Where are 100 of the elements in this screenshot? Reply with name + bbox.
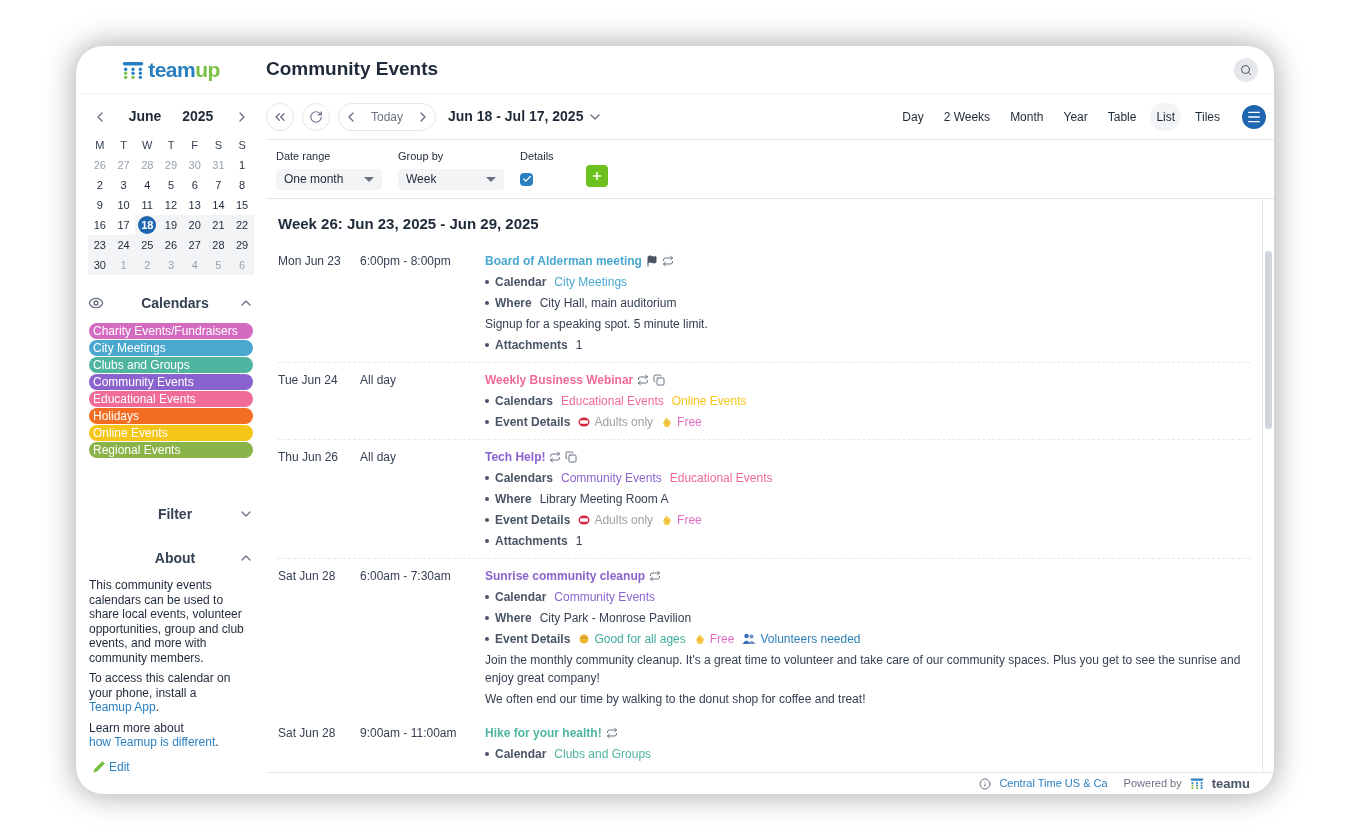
view-tab[interactable]: List	[1150, 102, 1182, 131]
smiley-icon	[578, 632, 591, 645]
detail-label: Where	[485, 608, 532, 627]
details-checkbox[interactable]	[520, 172, 533, 186]
event-time: 9:00am - 11:00am	[360, 724, 458, 742]
about-text: This community events calendars can be used to share local events, volunteer opportunities, group and club events, and more with community members.	[89, 578, 244, 665]
bullet-icon	[485, 399, 489, 404]
detail-value: Library Meeting Room A	[539, 490, 669, 508]
detail-label: Where	[485, 489, 532, 508]
event-time: All day	[360, 371, 398, 389]
page-title: Community Events	[266, 57, 440, 82]
menu-button[interactable]	[1242, 104, 1266, 129]
edit-button[interactable]: Edit	[93, 759, 244, 774]
logo-icon	[122, 60, 145, 79]
bullet-icon	[485, 497, 489, 502]
scrollbar[interactable]	[1262, 199, 1274, 772]
day-number[interactable]: 9	[90, 196, 109, 214]
section-heading[interactable]: About	[112, 547, 238, 569]
refresh-icon	[309, 109, 323, 124]
brand-text: teamu	[1211, 774, 1250, 793]
eye-icon[interactable]	[88, 295, 104, 311]
view-tab[interactable]: Month	[1004, 102, 1050, 131]
app-link[interactable]: Teamup App	[89, 700, 156, 714]
day-number[interactable]: 6	[185, 176, 204, 194]
detail-value: City Park - Monrose Pavilion	[539, 609, 692, 627]
day-number[interactable]: 8	[233, 176, 252, 194]
event-tag: Good for all ages	[594, 629, 686, 648]
event-tag: Free	[709, 629, 735, 648]
event-tag: Free	[677, 412, 702, 431]
view-tab[interactable]: 2 Weeks	[937, 102, 997, 131]
detail-label: Calendar	[485, 587, 547, 606]
day-number[interactable]: 4	[138, 176, 157, 194]
view-tab[interactable]: Tiles	[1189, 102, 1226, 131]
event-date: Tue Jun 24	[278, 371, 339, 389]
plus-icon	[590, 170, 603, 182]
event-tag: Adults only	[594, 510, 654, 529]
field-label: Date range	[276, 149, 332, 164]
bullet-icon	[485, 595, 489, 600]
view-tab[interactable]: Table	[1101, 102, 1143, 131]
view-tab[interactable]: Year	[1057, 102, 1094, 131]
day-number[interactable]: 12	[162, 196, 180, 214]
day-number[interactable]: 15	[233, 196, 252, 214]
event-description: Join the monthly community cleanup. It's a great time to volunteer and take care of our community spaces. Plus you get to see the sunrise and enjoy great company!	[485, 651, 1242, 687]
event-title[interactable]: Tech Help!	[485, 447, 546, 466]
bullet-icon	[485, 752, 489, 757]
date-range-button[interactable]: Jun 18 - Jul 17, 2025	[448, 106, 604, 127]
day-number[interactable]: 14	[209, 196, 228, 214]
about-text: Learn more about how Teamup is different.	[89, 720, 220, 750]
section-heading[interactable]: Filter	[112, 503, 238, 525]
view-tab[interactable]: Day	[896, 102, 930, 131]
mouth-icon	[578, 513, 591, 526]
month-label[interactable]: June	[128, 106, 162, 127]
about-text: To access this calendar on your phone, install a Teamup App.	[89, 671, 232, 715]
detail-label: Calendar	[485, 744, 547, 763]
day-number[interactable]: 3	[114, 176, 133, 194]
brand-icon	[1189, 778, 1204, 789]
detail-label: Where	[485, 293, 532, 312]
detail-label: Attachments	[485, 335, 568, 354]
clapping-hands-icon	[661, 513, 674, 526]
day-number[interactable]: 2	[90, 176, 109, 194]
bullet-icon	[485, 518, 489, 523]
day-number[interactable]: 16	[90, 216, 109, 234]
search-button[interactable]	[1234, 57, 1258, 82]
detail-label: Event Details	[485, 510, 571, 529]
day-number[interactable]: 11	[138, 196, 157, 214]
powered-by-text: Powered by	[1123, 776, 1182, 792]
timezone-link[interactable]: Central Time US & Ca	[999, 775, 1108, 792]
bullet-icon	[485, 616, 489, 621]
event-title[interactable]: Sunrise community cleanup	[485, 566, 646, 585]
detail-value: 1	[575, 532, 583, 550]
weekday-label: W	[141, 137, 154, 153]
detail-label: Calendars	[485, 468, 554, 487]
day-number[interactable]: 7	[209, 176, 228, 194]
event-description: We often end our time by walking to the donut shop for coffee and treat!	[485, 690, 867, 708]
search-icon	[1240, 63, 1252, 76]
event-time: 6:00am - 7:30am	[360, 567, 452, 585]
section-heading[interactable]: Calendars	[112, 292, 238, 314]
day-number[interactable]: 17	[114, 216, 133, 234]
weekday-label: S	[237, 137, 247, 153]
detail-label: Calendar	[485, 272, 547, 291]
event-tag: Volunteers needed	[760, 629, 861, 648]
day-number[interactable]: 1	[233, 156, 252, 174]
day-number[interactable]: 18	[138, 216, 157, 234]
year-label[interactable]: 2025	[182, 106, 214, 127]
calendar-chip[interactable]: Community Events	[89, 374, 253, 390]
info-icon	[979, 777, 992, 790]
day-number[interactable]: 10	[114, 196, 133, 214]
day-number[interactable]: 13	[185, 196, 204, 214]
mouth-icon	[578, 415, 591, 428]
bullet-icon	[485, 539, 489, 544]
group-by-select[interactable]: Week	[398, 168, 504, 190]
date-range-select[interactable]: One month	[276, 168, 382, 190]
event-date: Sat Jun 28	[278, 567, 337, 585]
bullet-icon	[485, 476, 489, 481]
day-number[interactable]: 5	[162, 176, 180, 194]
calendar-name[interactable]: Community Events	[554, 587, 656, 606]
event-tag: Free	[677, 510, 702, 529]
calendar-name[interactable]: Community Events	[561, 468, 662, 487]
logo-text: teamup	[148, 56, 220, 83]
weekday-label: T	[119, 137, 128, 153]
